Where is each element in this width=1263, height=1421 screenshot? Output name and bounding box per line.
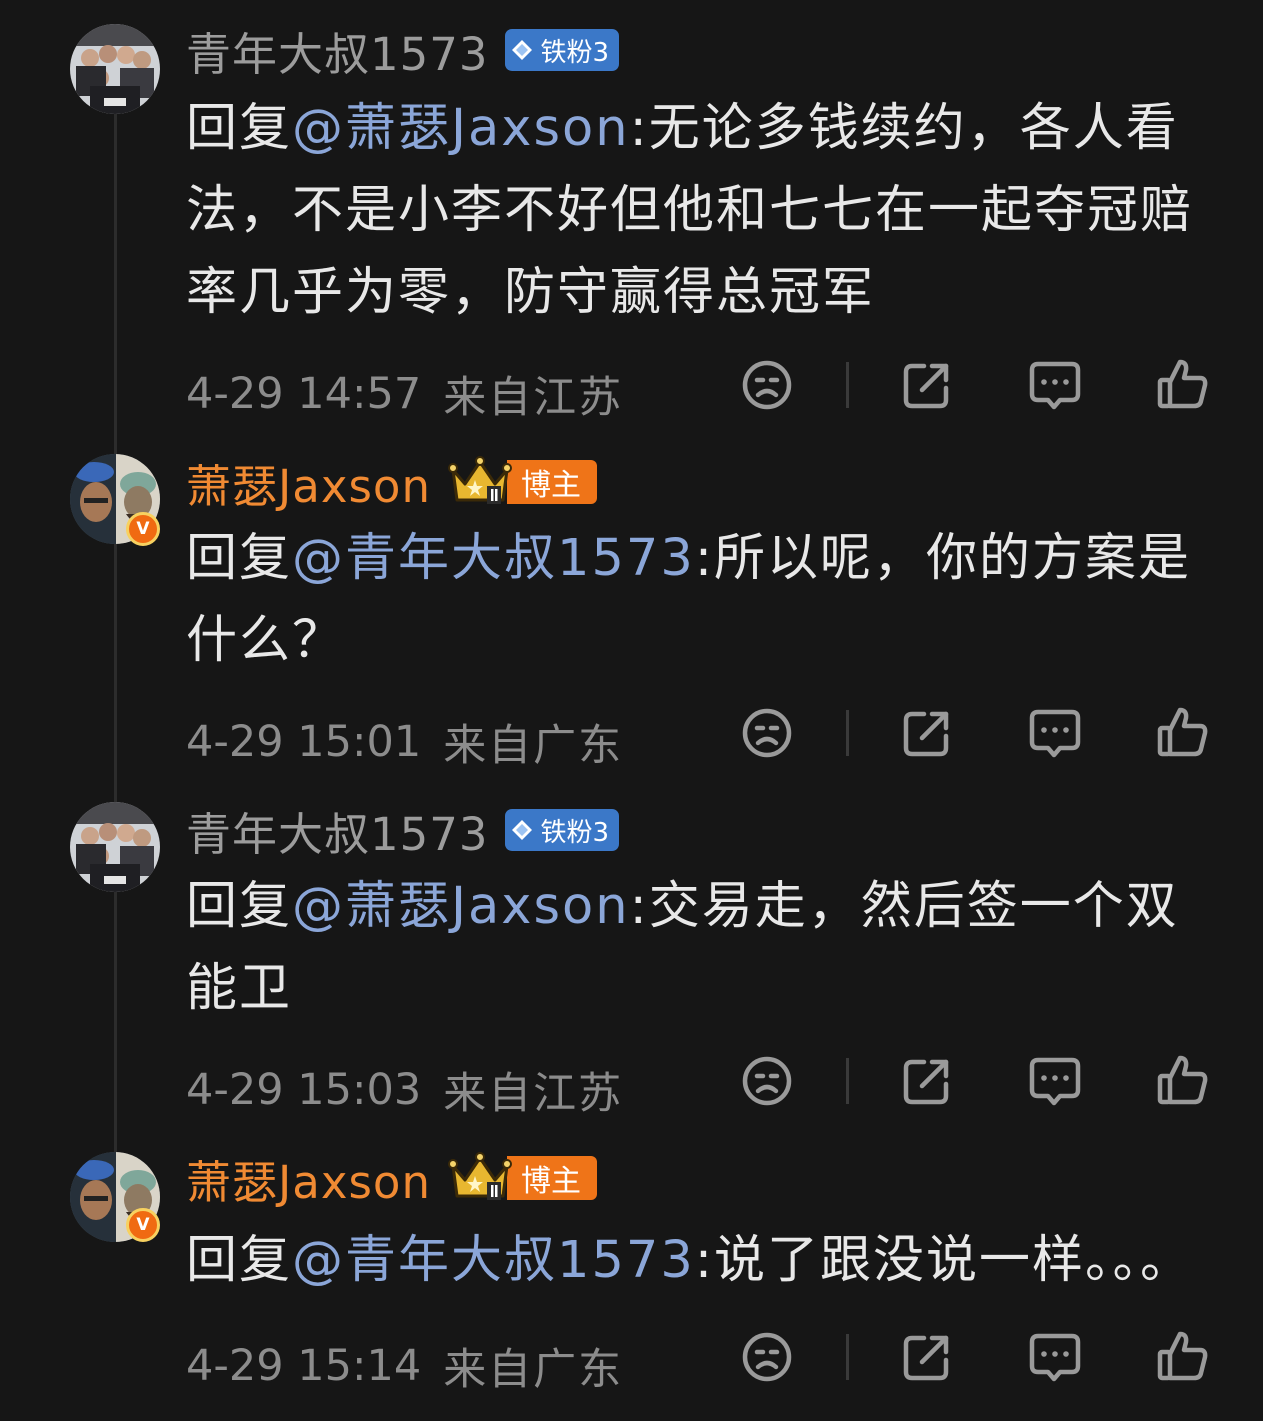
blogger-badge[interactable]: 博主 — [447, 456, 597, 506]
action-bar — [738, 354, 1218, 414]
fan-badge[interactable]: 铁粉3 — [504, 29, 620, 71]
comment-meta: 4-29 14:57 来自江苏 — [186, 364, 623, 424]
action-bar — [738, 1050, 1218, 1110]
comment-bubble-icon[interactable] — [1028, 1330, 1082, 1384]
divider — [846, 1334, 849, 1380]
timestamp: 4-29 15:14 — [186, 1341, 422, 1391]
comment-text: 回复@青年大叔1573:说了跟没说一样。。。 — [186, 1220, 1231, 1302]
divider — [846, 1058, 849, 1104]
mention-link[interactable]: @萧瑟Jaxson — [292, 99, 630, 158]
share-icon[interactable] — [900, 358, 954, 412]
sad-face-icon[interactable] — [740, 706, 794, 760]
timestamp: 4-29 15:01 — [186, 717, 422, 767]
comment-meta: 4-29 15:03 来自江苏 — [186, 1060, 623, 1120]
action-bar — [738, 1326, 1218, 1386]
sad-face-icon[interactable] — [740, 358, 794, 412]
thumbs-up-icon[interactable] — [1156, 706, 1210, 760]
blogger-badge-label: 博主 — [506, 1156, 597, 1200]
action-bar — [738, 702, 1218, 762]
fan-badge[interactable]: 铁粉3 — [504, 809, 620, 851]
location: 来自江苏 — [443, 1069, 624, 1119]
reply-prefix: 回复 — [186, 877, 293, 936]
location: 来自广东 — [443, 1345, 624, 1395]
avatar-fan[interactable] — [70, 24, 160, 114]
comment-meta: 4-29 15:14 来自广东 — [186, 1336, 623, 1396]
thumbs-up-icon[interactable] — [1156, 1330, 1210, 1384]
thread-line — [114, 110, 117, 1190]
diamond-icon — [511, 820, 532, 840]
username[interactable]: 萧瑟Jaxson — [186, 450, 431, 515]
comment-content: :说了跟没说一样。。。 — [694, 1231, 1193, 1290]
fan-badge-label: 铁粉3 — [540, 817, 610, 848]
crown-icon — [447, 1152, 512, 1200]
location: 来自广东 — [443, 721, 624, 771]
reply-prefix: 回复 — [186, 99, 293, 158]
avatar-fan[interactable] — [70, 802, 160, 892]
diamond-icon — [511, 40, 532, 60]
sad-face-icon[interactable] — [740, 1054, 794, 1108]
mention-link[interactable]: @青年大叔1573 — [292, 1231, 695, 1290]
comment-text: 回复@萧瑟Jaxson:无论多钱续约，各人看法，不是小李不好但他和七七在一起夺冠… — [186, 88, 1231, 334]
comment-meta: 4-29 15:01 来自广东 — [186, 712, 623, 772]
thumbs-up-icon[interactable] — [1156, 1054, 1210, 1108]
comment-text: 回复@青年大叔1573:所以呢，你的方案是什么？ — [186, 518, 1231, 682]
share-icon[interactable] — [900, 706, 954, 760]
comment-header: 青年大叔1573 铁粉3 — [186, 798, 620, 863]
mention-link[interactable]: @萧瑟Jaxson — [292, 877, 630, 936]
comment-text: 回复@萧瑟Jaxson:交易走，然后签一个双能卫 — [186, 866, 1231, 1030]
mention-link[interactable]: @青年大叔1573 — [292, 529, 695, 588]
reply-prefix: 回复 — [186, 529, 293, 588]
verified-badge: V — [126, 512, 160, 546]
share-icon[interactable] — [900, 1054, 954, 1108]
comment-header: 青年大叔1573 铁粉3 — [186, 18, 620, 83]
thumbs-up-icon[interactable] — [1156, 358, 1210, 412]
timestamp: 4-29 15:03 — [186, 1065, 422, 1115]
username[interactable]: 青年大叔1573 — [186, 798, 489, 863]
divider — [846, 362, 849, 408]
divider — [846, 710, 849, 756]
username[interactable]: 萧瑟Jaxson — [186, 1146, 431, 1211]
location: 来自江苏 — [443, 373, 624, 423]
timestamp: 4-29 14:57 — [186, 369, 422, 419]
comment-header: 萧瑟Jaxson 博主 — [186, 1146, 597, 1211]
comment-bubble-icon[interactable] — [1028, 358, 1082, 412]
comment-bubble-icon[interactable] — [1028, 1054, 1082, 1108]
fan-badge-label: 铁粉3 — [540, 37, 610, 68]
comment-bubble-icon[interactable] — [1028, 706, 1082, 760]
verified-badge: V — [126, 1208, 160, 1242]
crown-icon — [447, 456, 512, 504]
blogger-badge-label: 博主 — [506, 460, 597, 504]
blogger-badge[interactable]: 博主 — [447, 1152, 597, 1202]
comment-header: 萧瑟Jaxson 博主 — [186, 450, 597, 515]
reply-prefix: 回复 — [186, 1231, 293, 1290]
username[interactable]: 青年大叔1573 — [186, 18, 489, 83]
sad-face-icon[interactable] — [740, 1330, 794, 1384]
share-icon[interactable] — [900, 1330, 954, 1384]
